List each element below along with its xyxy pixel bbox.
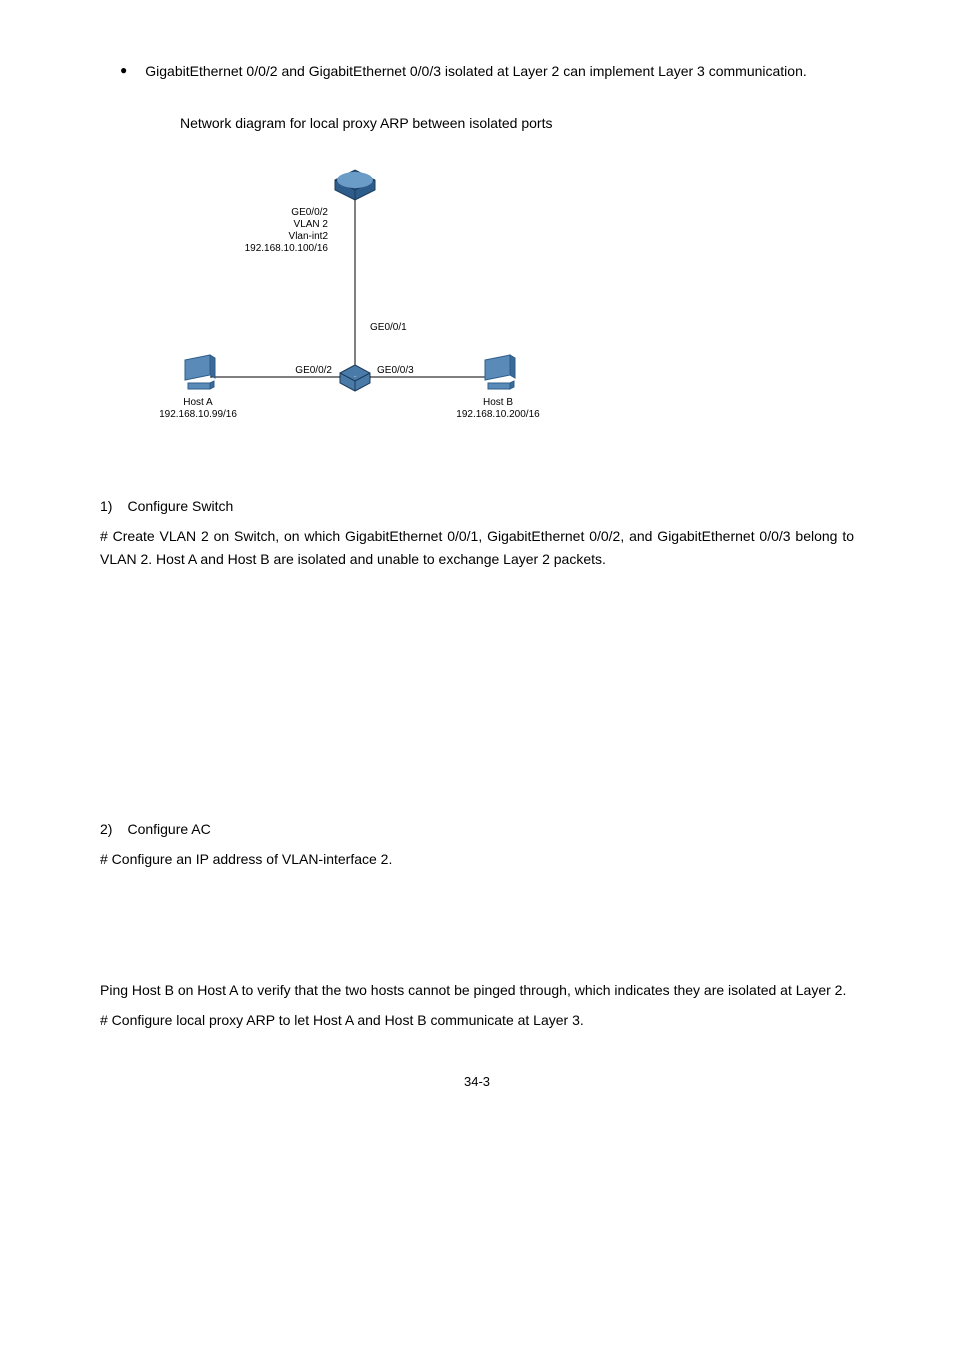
- step-2-text2: Ping Host B on Host A to verify that the…: [100, 979, 854, 1001]
- step-2-text1: # Configure an IP address of VLAN-interf…: [100, 848, 854, 870]
- spacer-2: [100, 879, 854, 979]
- host-b-icon: [485, 355, 515, 389]
- host-a-ip: 192.168.10.99/16: [160, 409, 237, 420]
- host-b-name: Host B: [483, 397, 513, 408]
- figure-title: Network diagram for local proxy ARP betw…: [180, 112, 854, 134]
- top-label-2: VLAN 2: [294, 219, 329, 230]
- host-b-ip: 192.168.10.200/16: [456, 409, 540, 420]
- step-2-header: 2) Configure AC: [100, 818, 854, 840]
- step-1-num: 1): [100, 495, 112, 517]
- step-2-title: Configure AC: [127, 818, 210, 840]
- bullet-item: ● GigabitEthernet 0/0/2 and GigabitEther…: [100, 60, 854, 82]
- step-2-text3: # Configure local proxy ARP to let Host …: [100, 1009, 854, 1031]
- host-a-name: Host A: [183, 397, 213, 408]
- top-device-icon: [335, 170, 375, 200]
- left-port-label: GE0/0/2: [295, 365, 332, 376]
- top-label-1: GE0/0/2: [291, 207, 328, 218]
- switch-icon: ↔: [340, 365, 370, 391]
- bullet-text: GigabitEthernet 0/0/2 and GigabitEtherne…: [145, 60, 807, 82]
- host-a-icon: [185, 355, 215, 389]
- step-2-num: 2): [100, 818, 112, 840]
- step-1-text: # Create VLAN 2 on Switch, on which Giga…: [100, 525, 854, 570]
- page-number: 34-3: [100, 1072, 854, 1093]
- svg-text:↔: ↔: [353, 373, 357, 378]
- bullet-dot: ●: [120, 60, 127, 82]
- step-1-header: 1) Configure Switch: [100, 495, 854, 517]
- spacer: [100, 578, 854, 818]
- network-diagram: GE0/0/2 VLAN 2 Vlan-int2 192.168.10.100/…: [160, 155, 540, 455]
- mid-port-label: GE0/0/1: [370, 322, 407, 333]
- top-label-3: Vlan-int2: [289, 231, 329, 242]
- step-1-title: Configure Switch: [127, 495, 233, 517]
- right-port-label: GE0/0/3: [377, 365, 414, 376]
- top-label-4: 192.168.10.100/16: [245, 243, 329, 254]
